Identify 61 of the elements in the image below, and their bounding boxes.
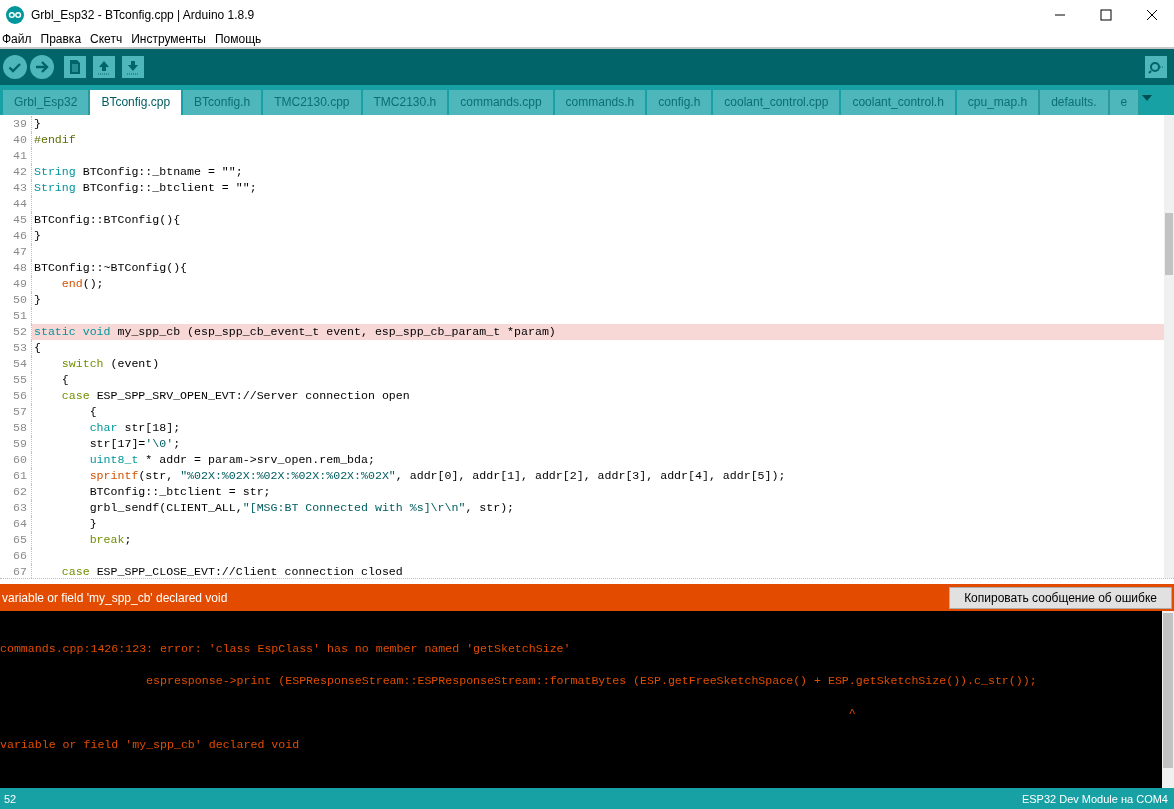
- code-line: case ESP_SPP_SRV_OPEN_EVT://Server connection open: [60, 388, 410, 404]
- file-tab[interactable]: coolant_control.cpp: [713, 90, 841, 115]
- code-line: static void my_spp_cb (esp_spp_cb_event_t event, esp_spp_cb_param_t *param): [34, 324, 556, 340]
- menu-item[interactable]: Файл: [2, 31, 32, 46]
- infinity-logo-icon: [6, 6, 24, 24]
- close-icon[interactable]: [1146, 9, 1158, 21]
- menu-item[interactable]: Правка: [40, 31, 82, 46]
- code-line: str[17]='\0';: [88, 436, 181, 452]
- scrollbar[interactable]: [1164, 115, 1174, 578]
- file-tab[interactable]: e: [1109, 90, 1140, 115]
- code-line: }: [88, 516, 97, 532]
- line-number: 52: [0, 324, 32, 340]
- file-tab[interactable]: TMC2130.h: [362, 90, 449, 115]
- code-line: {: [88, 404, 97, 420]
- file-tab[interactable]: commands.h: [554, 90, 647, 115]
- console-message: variable or field 'my_spp_cb' declared void: [0, 737, 301, 753]
- verify-check-icon[interactable]: [3, 55, 27, 79]
- code-line: }: [34, 228, 41, 244]
- code-line: sprintf(str, "%02X:%02X:%02X:%02X:%02X:%02X", addr[0], addr[1], addr[2], addr[3], addr[4], addr[5]);: [88, 468, 786, 484]
- file-tab[interactable]: Grbl_Esp32: [3, 90, 90, 115]
- console-message: commands.cpp:1426:123: error: 'class EspClass' has no member named 'getSketchSize': [0, 641, 572, 657]
- file-tab[interactable]: BTconfig.cpp: [90, 90, 183, 115]
- window-title: Grbl_Esp32 - BTconfig.cpp | Arduino 1.8.9: [31, 8, 256, 22]
- file-tab[interactable]: TMC2130.cpp: [263, 90, 362, 115]
- file-tab[interactable]: config.h: [647, 90, 713, 115]
- search-icon[interactable]: [1145, 56, 1167, 78]
- code-line: BTConfig::BTConfig(){: [34, 212, 181, 228]
- console-message: ^: [847, 705, 857, 721]
- copy-error-button[interactable]: Копировать сообщение об ошибке: [949, 586, 1172, 609]
- board-port: ESP32 Dev Module на COM4: [1021, 793, 1168, 805]
- menu-item[interactable]: Инструменты: [131, 31, 206, 46]
- file-tab[interactable]: defaults.: [1040, 90, 1109, 115]
- file-tab[interactable]: coolant_control.h: [841, 90, 956, 115]
- menu-item[interactable]: Помощь: [214, 31, 262, 46]
- code-line: {: [34, 340, 41, 356]
- code-line: String BTConfig::_btname = "";: [34, 164, 243, 180]
- line-number: 52: [4, 793, 17, 805]
- code-line: break;: [88, 532, 132, 548]
- code-line: String BTConfig::_btclient = "";: [34, 180, 257, 196]
- code-line: grbl_sendf(CLIENT_ALL,"[MSG:BT Connected with %s]\r\n", str);: [88, 500, 515, 516]
- code-line: char str[18];: [88, 420, 181, 436]
- code-line: switch (event): [60, 356, 160, 372]
- code-line: }: [34, 292, 41, 308]
- file-tab[interactable]: commands.cpp: [449, 90, 554, 115]
- code-line: }: [34, 116, 41, 132]
- file-tab[interactable]: BTconfig.h: [183, 90, 263, 115]
- code-line: uint8_t * addr = param->srv_open.rem_bda;: [88, 452, 375, 468]
- menu-item[interactable]: Скетч: [90, 31, 123, 46]
- console-message: espresponse->print (ESPResponseStream::ESPResponseStream::formatBytes (ESP.getFreeSketchSpace() + ESP.getSketchSize()).c_str());: [145, 673, 1038, 689]
- code-line: end();: [60, 276, 104, 292]
- new-file-icon[interactable]: [64, 56, 86, 78]
- code-line: case ESP_SPP_CLOSE_EVT://Client connection closed: [60, 564, 403, 578]
- code-line: {: [60, 372, 69, 388]
- file-tab[interactable]: cpu_map.h: [956, 90, 1040, 115]
- error-message: variable or field 'my_spp_cb' declared void: [1, 590, 228, 605]
- code-line: BTConfig::_btclient = str;: [88, 484, 271, 500]
- code-line: #endif: [34, 132, 76, 148]
- code-line: BTConfig::~BTConfig(){: [34, 260, 188, 276]
- scrollbar[interactable]: [1162, 611, 1174, 788]
- dropdown-arrow-icon[interactable]: [1142, 95, 1152, 101]
- maximize-icon[interactable]: [1100, 9, 1112, 21]
